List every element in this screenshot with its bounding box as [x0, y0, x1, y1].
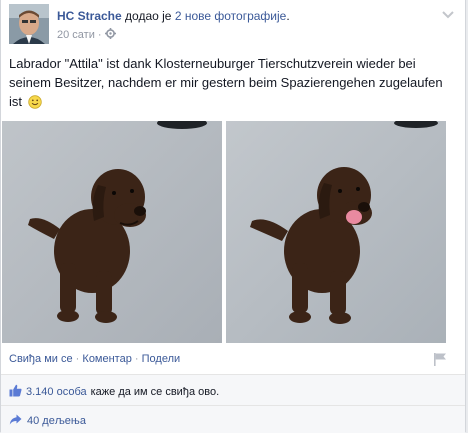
thumbs-up-icon — [9, 384, 22, 400]
flag-icon[interactable] — [433, 352, 447, 372]
share-arrow-icon — [9, 414, 22, 428]
photo-1[interactable] — [2, 121, 222, 343]
comment-link[interactable]: Коментар — [82, 353, 131, 365]
meta-separator: · — [97, 29, 102, 41]
like-link[interactable]: Свиђа ми се — [9, 353, 73, 365]
post-header: HC Strache додао је 2 нове фотографије. … — [9, 4, 457, 46]
photos-link[interactable]: 2 нове фотографије — [175, 9, 287, 23]
smiley-emoji-icon — [27, 95, 42, 114]
post-meta: 20 сати · — [57, 28, 116, 42]
likes-bar: 3.140 особа каже да им се свиђа ово. — [1, 374, 465, 405]
post-card: HC Strache додао је 2 нове фотографије. … — [0, 0, 466, 433]
likes-suffix: каже да им се свиђа ово. — [90, 386, 220, 398]
actions-dot-2: · — [134, 353, 139, 365]
action-text: додао је — [125, 9, 172, 23]
post-headline: HC Strache додао је 2 нове фотографије. — [57, 9, 290, 23]
actions-dot-1: · — [75, 353, 80, 365]
share-link[interactable]: Подели — [142, 353, 181, 365]
shares-count[interactable]: 40 дељења — [27, 415, 86, 427]
photo-2[interactable] — [226, 121, 446, 343]
likes-count[interactable]: 3.140 особа — [26, 386, 87, 398]
post-actions: Свиђа ми се · Коментар · Подели — [9, 353, 180, 365]
action-suffix: . — [286, 9, 290, 23]
chevron-down-icon[interactable] — [441, 10, 455, 20]
post-text-content: Labrador "Attila" ist dank Klosterneubur… — [9, 56, 443, 109]
author-name[interactable]: HC Strache — [57, 9, 122, 23]
author-avatar[interactable] — [9, 4, 49, 44]
gear-icon[interactable] — [104, 28, 116, 42]
shares-bar: 40 дељења — [1, 405, 465, 433]
post-text: Labrador "Attila" ist dank Klosterneubur… — [9, 54, 455, 114]
photo-grid — [2, 121, 446, 343]
post-time[interactable]: 20 сати — [57, 29, 95, 41]
